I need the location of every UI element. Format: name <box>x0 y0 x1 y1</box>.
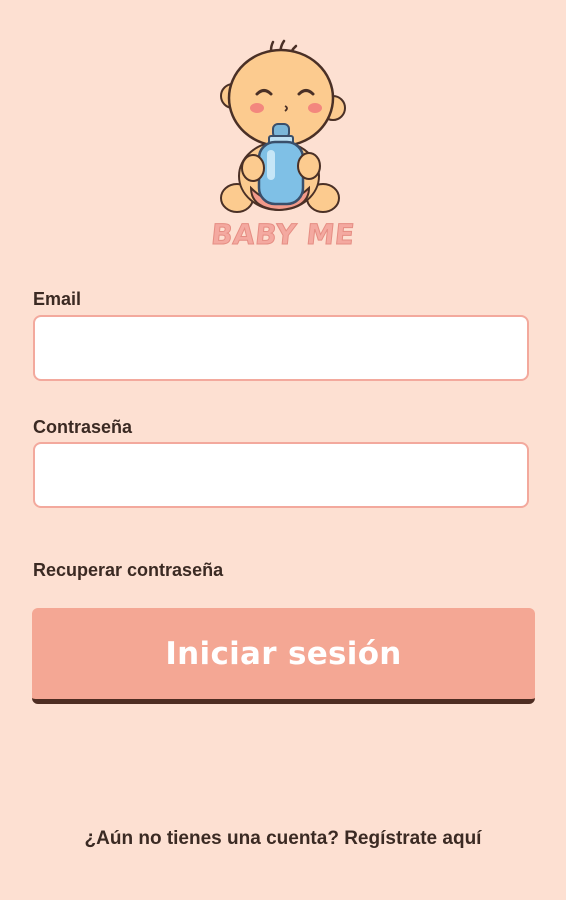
brand-name: BABY ME <box>209 218 357 252</box>
password-label: Contraseña <box>33 417 133 437</box>
recover-password-link[interactable]: Recuperar contraseña <box>33 560 223 581</box>
login-button[interactable]: Iniciar sesión <box>32 608 535 704</box>
email-field[interactable] <box>33 315 529 381</box>
register-link[interactable]: ¿Aún no tienes una cuenta? Regístrate aq… <box>0 828 566 850</box>
email-label: Email <box>33 289 82 309</box>
password-field[interactable] <box>33 442 529 508</box>
